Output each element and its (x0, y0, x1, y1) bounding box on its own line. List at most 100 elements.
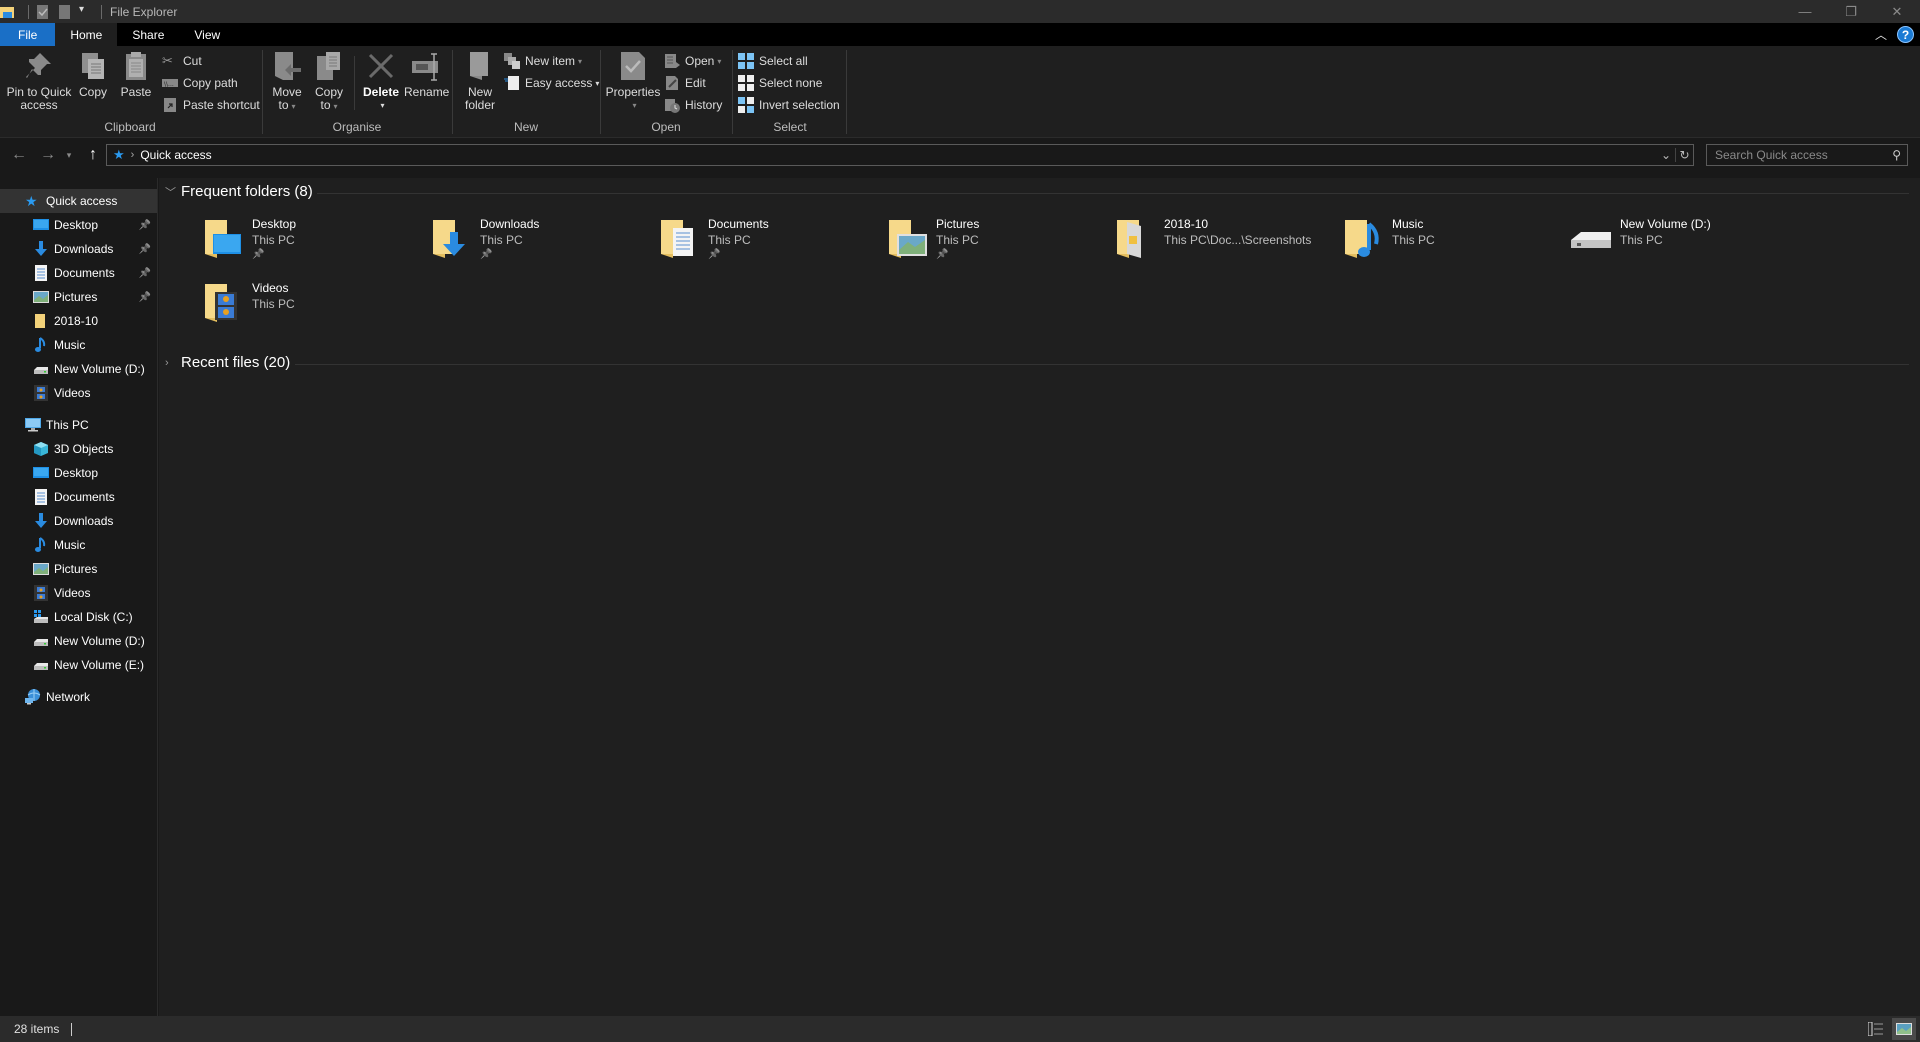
nav-label: New Volume (D:) (54, 634, 145, 648)
nav-item-quick-4[interactable]: 2018-10 (0, 309, 157, 333)
address-dropdown-icon[interactable]: ⌄ (1657, 148, 1675, 162)
folder-tile[interactable]: 2018-10 This PC\Doc...\Screenshots (1111, 214, 1331, 274)
easy-access-icon (504, 75, 520, 91)
properties-button[interactable]: Properties ▾ (604, 50, 662, 112)
nav-quick-access[interactable]: ★ Quick access (0, 189, 157, 213)
nav-item-quick-7[interactable]: Videos (0, 381, 157, 405)
nav-item-this-pc[interactable]: This PC (0, 413, 157, 437)
pictures-folder-icon (883, 214, 931, 262)
refresh-icon[interactable]: ↻ (1675, 148, 1693, 162)
search-input[interactable] (1715, 148, 1885, 162)
customize-toolbar-icon[interactable]: ▾ (79, 4, 89, 20)
organise-group-label: Organise (332, 120, 382, 134)
details-view-icon (1868, 1022, 1883, 1036)
new-item-button[interactable]: New item ▾ (504, 51, 582, 71)
recent-files-header[interactable]: › Recent files (20) (165, 354, 290, 371)
cut-button[interactable]: ✂ Cut (162, 51, 202, 71)
rename-button[interactable]: Rename (404, 50, 449, 99)
divider (295, 364, 1909, 365)
frequent-folders-header[interactable]: ﹀ Frequent folders (8) (165, 183, 313, 200)
recent-locations-button[interactable]: ▾ (62, 144, 76, 166)
nav-item-pc-9[interactable]: New Volume (E:) (0, 653, 157, 677)
help-icon[interactable]: ? (1897, 26, 1914, 43)
window-title: File Explorer (110, 4, 178, 19)
up-button[interactable]: ↑ (82, 144, 104, 166)
minimize-button[interactable]: — (1782, 0, 1828, 23)
nav-item-network[interactable]: Network (0, 685, 157, 709)
nav-item-quick-0[interactable]: Desktop 📌 (0, 213, 157, 237)
tab-home[interactable]: Home (55, 23, 118, 46)
folder-tile[interactable]: Pictures This PC 📌 (883, 214, 1103, 274)
new-folder-button[interactable]: New folder (460, 50, 500, 112)
breadcrumb-quick-access[interactable]: Quick access (140, 148, 211, 162)
nav-item-pc-8[interactable]: New Volume (D:) (0, 629, 157, 653)
open-button[interactable]: Open ▾ (664, 51, 721, 71)
large-icons-view-button[interactable] (1892, 1018, 1916, 1040)
select-group: Select all Select none Invert selection … (734, 46, 846, 138)
folder-tile[interactable]: Videos This PC (199, 278, 419, 338)
copy-path-icon: \\... (162, 75, 178, 91)
divider (71, 1022, 73, 1036)
nav-item-pc-4[interactable]: Music (0, 533, 157, 557)
item-count: 28 items (14, 1022, 60, 1036)
search-icon[interactable]: ⚲ (1892, 148, 1901, 162)
nav-item-pc-5[interactable]: Pictures (0, 557, 157, 581)
folder-tile[interactable]: Documents This PC 📌 (655, 214, 875, 274)
nav-item-quick-5[interactable]: Music (0, 333, 157, 357)
divider (317, 193, 1909, 194)
copy-button[interactable]: Copy (78, 50, 108, 99)
new-folder-icon[interactable] (57, 4, 73, 20)
folder-tile[interactable]: Downloads This PC 📌 (427, 214, 647, 274)
invert-selection-button[interactable]: Invert selection (738, 95, 840, 115)
folder-tile[interactable]: Music This PC (1339, 214, 1559, 274)
address-row: ← → ▾ ↑ ★ › Quick access ⌄ ↻ ⚲ (0, 139, 1920, 171)
nav-item-pc-7[interactable]: Local Disk (C:) (0, 605, 157, 629)
details-view-button[interactable] (1864, 1018, 1888, 1040)
copy-to-button[interactable]: Copy to ▾ (310, 50, 348, 113)
properties-dropdown-icon[interactable]: ▾ (607, 99, 662, 112)
paste-button[interactable]: Paste (120, 50, 152, 99)
folder-location: This PC (252, 233, 295, 247)
forward-button[interactable]: → (37, 144, 59, 166)
copy-path-label: Copy path (183, 76, 238, 90)
edit-button[interactable]: Edit (664, 73, 706, 93)
pin-to-quick-access-button[interactable]: Pin to Quick access (6, 50, 72, 112)
delete-label: Delete (362, 85, 400, 99)
rename-icon (412, 53, 438, 81)
copy-path-button[interactable]: \\... Copy path (162, 73, 238, 93)
nav-item-quick-1[interactable]: Downloads 📌 (0, 237, 157, 261)
paste-shortcut-button[interactable]: Paste shortcut (162, 95, 260, 115)
tab-share[interactable]: Share (117, 23, 179, 46)
address-bar[interactable]: ★ › Quick access ⌄ ↻ (106, 144, 1694, 166)
properties-icon[interactable] (35, 4, 51, 20)
breadcrumb-separator-icon[interactable]: › (131, 149, 135, 161)
nav-item-pc-1[interactable]: Desktop (0, 461, 157, 485)
tab-view[interactable]: View (179, 23, 235, 46)
folder-tile[interactable]: New Volume (D:) This PC (1567, 214, 1787, 274)
nav-item-pc-2[interactable]: Documents (0, 485, 157, 509)
back-button[interactable]: ← (8, 144, 30, 166)
collapse-ribbon-icon[interactable]: ︿ (1875, 26, 1887, 43)
nav-item-quick-3[interactable]: Pictures 📌 (0, 285, 157, 309)
nav-item-pc-6[interactable]: Videos (0, 581, 157, 605)
nav-item-pc-0[interactable]: 3D Objects (0, 437, 157, 461)
move-to-button[interactable]: Move to ▾ (268, 50, 306, 113)
nav-item-quick-2[interactable]: Documents 📌 (0, 261, 157, 285)
close-button[interactable]: ✕ (1874, 0, 1920, 23)
ribbon: Pin to Quick access Copy Paste ✂ Cut \\.… (0, 46, 1920, 138)
delete-button[interactable]: Delete ▾ (360, 50, 402, 112)
nav-item-quick-6[interactable]: New Volume (D:) (0, 357, 157, 381)
search-box[interactable]: ⚲ (1706, 144, 1908, 166)
history-button[interactable]: History (664, 95, 722, 115)
tab-file[interactable]: File (0, 23, 56, 46)
select-none-button[interactable]: Select none (738, 73, 822, 93)
nav-item-pc-3[interactable]: Downloads (0, 509, 157, 533)
select-all-button[interactable]: Select all (738, 51, 808, 71)
restore-button[interactable]: ❐ (1828, 0, 1874, 23)
delete-dropdown-icon[interactable]: ▾ (363, 99, 402, 112)
large-icons-view-icon (1896, 1023, 1912, 1035)
new-item-label: New item (525, 54, 576, 68)
easy-access-button[interactable]: Easy access ▾ (504, 73, 599, 93)
nav-label: Pictures (54, 290, 98, 304)
folder-tile[interactable]: Desktop This PC 📌 (199, 214, 419, 274)
